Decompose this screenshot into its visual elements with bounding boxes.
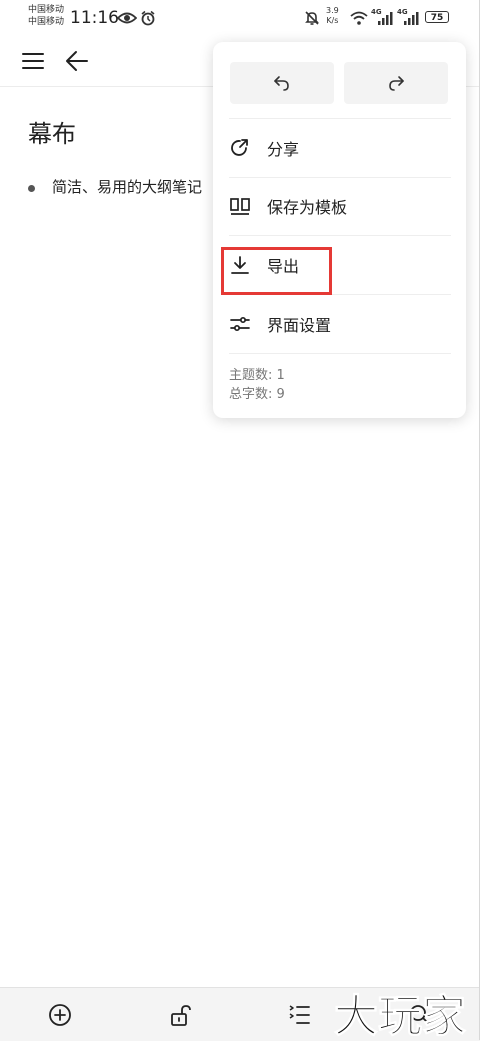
- menu-item-label: 分享: [267, 140, 300, 159]
- speed-unit: K/s: [326, 16, 339, 25]
- eye-icon: [117, 12, 137, 24]
- unlock-icon[interactable]: [167, 1002, 193, 1028]
- template-icon: [230, 198, 250, 215]
- network-speed: 3.9 K/s: [326, 6, 339, 26]
- menu-item-share[interactable]: 分享: [229, 118, 451, 178]
- watermark-text: 大玩家: [334, 991, 466, 1040]
- highlight-box: [221, 247, 332, 295]
- bullet-dot[interactable]: [28, 185, 35, 192]
- undo-button[interactable]: [230, 62, 334, 104]
- share-icon: [231, 139, 248, 156]
- add-circle-icon[interactable]: [47, 1002, 73, 1028]
- bell-muted-icon: [305, 11, 319, 25]
- speed-value: 3.9: [326, 6, 339, 15]
- topic-count: 主题数: 1: [229, 368, 285, 383]
- redo-button[interactable]: [344, 62, 448, 104]
- menu-item-label: 保存为模板: [267, 198, 348, 217]
- menu-item-save-template[interactable]: 保存为模板: [229, 177, 451, 236]
- outline-item-text[interactable]: 简洁、易用的大纲笔记: [52, 176, 202, 197]
- wifi-icon: [350, 11, 368, 25]
- carrier-1: 中国移动: [28, 5, 65, 15]
- word-count: 总字数: 9: [229, 387, 285, 402]
- battery-indicator: 75: [425, 11, 449, 23]
- redo-icon: [389, 76, 404, 91]
- hamburger-menu-icon[interactable]: [20, 48, 46, 74]
- undo-icon: [274, 76, 289, 91]
- document-stats: 主题数: 1 总字数: 9: [229, 366, 285, 404]
- menu-item-label: 界面设置: [267, 316, 332, 335]
- carrier-labels: 中国移动 中国移动: [28, 4, 64, 28]
- alarm-icon: [141, 10, 155, 26]
- signal-1-icon: [378, 12, 393, 25]
- sliders-icon: [230, 316, 250, 332]
- signal-2-icon: [404, 12, 419, 25]
- more-options-menu: 分享 保存为模板 导出 界面设置 主题数: 1 总字数: 9: [213, 42, 466, 418]
- menu-item-ui-settings[interactable]: 界面设置: [229, 295, 451, 354]
- document-title[interactable]: 幕布: [28, 114, 76, 149]
- status-time: 11:16: [70, 8, 119, 28]
- carrier-2: 中国移动: [28, 17, 65, 27]
- arrow-left-icon[interactable]: [64, 48, 90, 74]
- indent-list-icon[interactable]: [287, 1002, 313, 1028]
- watermark-logo: 大玩家: [334, 991, 467, 1041]
- status-bar: 中国移动 中国移动 11:16 3.9 K/s 4G 4G 75: [0, 0, 480, 36]
